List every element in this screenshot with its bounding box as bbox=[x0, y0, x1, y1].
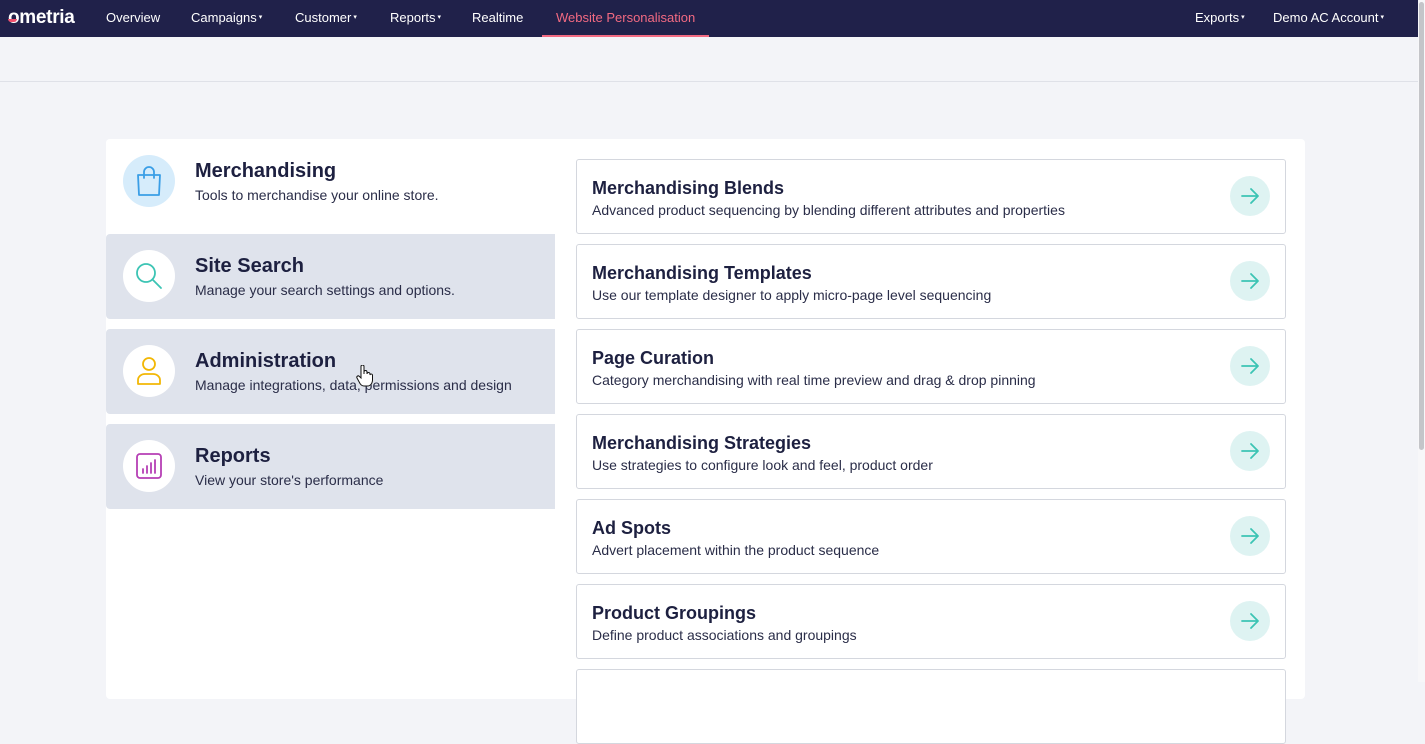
nav-reports-label: Reports bbox=[390, 10, 436, 25]
nav-campaigns[interactable]: Campaigns ▾ bbox=[191, 0, 262, 37]
category-description: Manage your search settings and options. bbox=[195, 282, 455, 298]
arrow-right-icon[interactable] bbox=[1230, 516, 1270, 556]
tool-title: Product Groupings bbox=[592, 603, 756, 623]
nav-exports[interactable]: Exports ▾ bbox=[1195, 0, 1245, 37]
tool-title: Merchandising Blends bbox=[592, 178, 785, 198]
arrow-right-icon[interactable] bbox=[1230, 431, 1270, 471]
tool-card-ad-spots[interactable]: Ad Spots Advert placement within the pro… bbox=[576, 499, 1286, 574]
bar-chart-icon bbox=[136, 453, 162, 479]
caret-down-icon: ▾ bbox=[1241, 14, 1245, 21]
tool-card-merchandising-strategies[interactable]: Merchandising Strategies Use strategies … bbox=[576, 414, 1286, 489]
arrow-right-icon[interactable] bbox=[1230, 346, 1270, 386]
caret-down-icon: ▾ bbox=[258, 14, 263, 21]
category-description: View your store's performance bbox=[195, 472, 384, 488]
tool-description: Define product associations and grouping… bbox=[592, 627, 857, 643]
category-title: Site Search bbox=[195, 255, 304, 277]
user-icon bbox=[137, 357, 161, 385]
category-merchandising[interactable]: Merchandising Tools to merchandise your … bbox=[106, 139, 555, 224]
nav-account-label: Demo AC Account bbox=[1273, 10, 1379, 25]
search-icon bbox=[136, 263, 162, 289]
nav-customer-label: Customer bbox=[295, 10, 352, 25]
secondary-toolbar bbox=[0, 37, 1418, 82]
caret-down-icon: ▾ bbox=[353, 14, 357, 21]
category-icon-circle bbox=[123, 345, 175, 397]
category-icon-circle bbox=[123, 250, 175, 302]
nav-realtime[interactable]: Realtime bbox=[472, 0, 523, 37]
shopping-bag-icon bbox=[137, 166, 161, 196]
arrow-right-icon[interactable] bbox=[1230, 601, 1270, 641]
tool-title: Page Curation bbox=[592, 348, 715, 368]
tool-card-merchandising-blends[interactable]: Merchandising Blends Advanced product se… bbox=[576, 159, 1286, 234]
tool-card-merchandising-templates[interactable]: Merchandising Templates Use our template… bbox=[576, 244, 1286, 319]
page-scrollbar[interactable] bbox=[1418, 0, 1425, 682]
tool-description: Use our template designer to apply micro… bbox=[592, 287, 992, 303]
category-administration[interactable]: Administration Manage integrations, data… bbox=[106, 329, 555, 414]
tool-title: Merchandising Strategies bbox=[592, 433, 812, 453]
tool-description: Category merchandising with real time pr… bbox=[592, 372, 1036, 388]
tool-title: Ad Spots bbox=[592, 518, 671, 538]
category-site-search[interactable]: Site Search Manage your search settings … bbox=[106, 234, 555, 319]
nav-account-menu[interactable]: Demo AC Account ▾ bbox=[1273, 0, 1384, 37]
nav-overview-label: Overview bbox=[106, 10, 161, 25]
nav-reports[interactable]: Reports ▾ bbox=[390, 0, 441, 37]
tool-card-product-groupings[interactable]: Product Groupings Define product associa… bbox=[576, 584, 1286, 659]
nav-website-personalisation-label: Website Personalisation bbox=[556, 10, 696, 25]
caret-down-icon: ▾ bbox=[437, 14, 442, 21]
tool-card-page-curation[interactable]: Page Curation Category merchandising wit… bbox=[576, 329, 1286, 404]
nav-customer[interactable]: Customer ▾ bbox=[295, 0, 357, 37]
category-description: Tools to merchandise your online store. bbox=[195, 187, 439, 203]
category-description: Manage integrations, data, permissions a… bbox=[195, 377, 512, 393]
nav-realtime-label: Realtime bbox=[472, 10, 524, 25]
caret-down-icon: ▾ bbox=[1380, 14, 1385, 21]
top-navigation-bar: ometria Overview Campaigns ▾ Customer ▾ Re… bbox=[0, 0, 1418, 37]
arrow-right-icon[interactable] bbox=[1230, 176, 1270, 216]
tool-card-partial[interactable] bbox=[576, 669, 1286, 744]
category-title: Merchandising bbox=[195, 160, 337, 182]
nav-exports-label: Exports bbox=[1195, 10, 1240, 25]
category-icon-circle bbox=[123, 440, 175, 492]
nav-campaigns-label: Campaigns bbox=[191, 10, 257, 25]
tool-description: Advert placement within the product sequ… bbox=[592, 542, 880, 558]
hand-cursor-icon bbox=[356, 365, 373, 387]
arrow-right-icon[interactable] bbox=[1230, 261, 1270, 301]
tool-description: Use strategies to configure look and fee… bbox=[592, 457, 933, 473]
nav-website-personalisation[interactable]: Website Personalisation bbox=[541, 0, 710, 37]
tool-description: Advanced product sequencing by blending … bbox=[592, 202, 1065, 218]
tool-title: Merchandising Templates bbox=[592, 263, 812, 283]
category-reports[interactable]: Reports View your store's performance bbox=[106, 424, 555, 509]
scrollbar-thumb[interactable] bbox=[1419, 2, 1424, 450]
logo-text: ometria bbox=[8, 7, 75, 28]
ometria-logo[interactable]: ometria bbox=[8, 5, 75, 31]
category-icon-circle bbox=[123, 155, 175, 207]
category-title: Administration bbox=[195, 350, 337, 372]
nav-overview[interactable]: Overview bbox=[106, 0, 160, 37]
category-title: Reports bbox=[195, 445, 271, 467]
